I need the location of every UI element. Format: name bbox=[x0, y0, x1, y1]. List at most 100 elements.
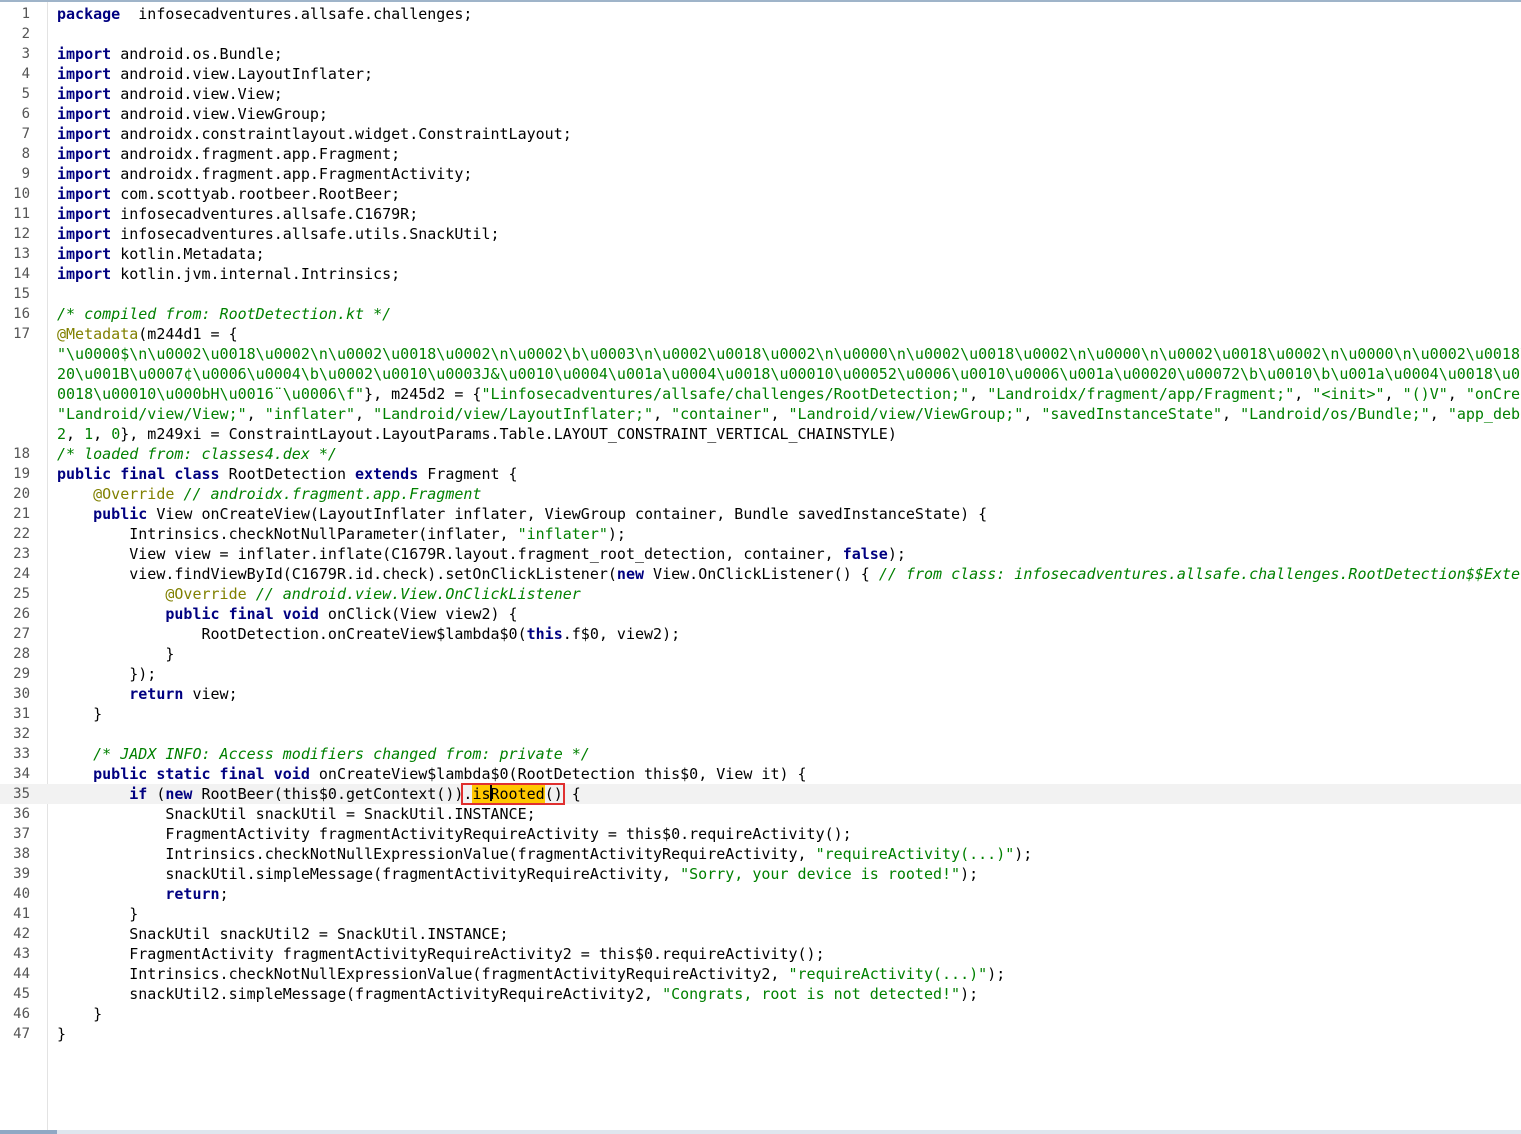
code-line[interactable]: 25 @Override // android.view.View.OnClic… bbox=[0, 584, 1521, 604]
code-line[interactable]: 3 import android.os.Bundle; bbox=[0, 44, 1521, 64]
code-line[interactable]: 22 Intrinsics.checkNotNullParameter(infl… bbox=[0, 524, 1521, 544]
code-line[interactable]: 26 public final void onClick(View view2)… bbox=[0, 604, 1521, 624]
line-number: 35 bbox=[13, 786, 30, 802]
code-token: androidx.constraintlayout.widget.Constra… bbox=[111, 125, 572, 143]
comment-token: /* loaded from: classes4.dex */ bbox=[57, 445, 337, 463]
code-line[interactable]: 45 snackUtil2.simpleMessage(fragmentActi… bbox=[0, 984, 1521, 1004]
line-number: 8 bbox=[21, 146, 30, 162]
code-line[interactable]: 2 bbox=[0, 24, 1521, 44]
code-line[interactable]: 32 bbox=[0, 724, 1521, 744]
line-number: 36 bbox=[13, 806, 30, 822]
code-line[interactable]: 1 package infosecadventures.allsafe.chall… bbox=[0, 4, 1521, 24]
code-line[interactable]: 20\u001B\u0007¢\u0006\u0004\b\u0002\u001… bbox=[0, 364, 1521, 384]
code-line[interactable]: 13 import kotlin.Metadata; bbox=[0, 244, 1521, 264]
horizontal-scrollbar[interactable] bbox=[0, 1130, 1521, 1134]
code-token: FragmentActivity fragmentActivityRequire… bbox=[57, 825, 852, 843]
code-line[interactable]: 28 } bbox=[0, 644, 1521, 664]
line-number: 2 bbox=[21, 26, 30, 42]
code-editor[interactable]: 1 package infosecadventures.allsafe.chall… bbox=[0, 0, 1521, 1134]
code-line[interactable]: 37 FragmentActivity fragmentActivityRequ… bbox=[0, 824, 1521, 844]
code-line[interactable]: 15 bbox=[0, 284, 1521, 304]
code-line[interactable]: "\u0000$\n\u0002\u0018\u0002\n\u0002\u00… bbox=[0, 344, 1521, 364]
code-token: , bbox=[1447, 385, 1466, 403]
code-line[interactable]: 36 SnackUtil snackUtil = SnackUtil.INSTA… bbox=[0, 804, 1521, 824]
code-line[interactable]: 21 public View onCreateView(LayoutInflat… bbox=[0, 504, 1521, 524]
code-text: public final class RootDetection extends… bbox=[57, 464, 518, 484]
code-line[interactable]: 6 import android.view.ViewGroup; bbox=[0, 104, 1521, 124]
code-text: import androidx.fragment.app.Fragment; bbox=[57, 144, 400, 164]
line-number: 45 bbox=[13, 986, 30, 1002]
code-line[interactable]: 4 import android.view.LayoutInflater; bbox=[0, 64, 1521, 84]
code-line[interactable]: 47} bbox=[0, 1024, 1521, 1044]
code-line[interactable]: 2, 1, 0}, m249xi = ConstraintLayout.Layo… bbox=[0, 424, 1521, 444]
code-line[interactable]: 8 import androidx.fragment.app.Fragment; bbox=[0, 144, 1521, 164]
search-match-box[interactable]: .isRooted() bbox=[461, 783, 565, 805]
code-token: android.view.LayoutInflater; bbox=[111, 65, 374, 83]
code-token: View onCreateView(LayoutInflater inflate… bbox=[147, 505, 988, 523]
code-line[interactable]: 16 /* compiled from: RootDetection.kt */ bbox=[0, 304, 1521, 324]
code-line[interactable]: 19 public final class RootDetection exten… bbox=[0, 464, 1521, 484]
code-line[interactable]: 44 Intrinsics.checkNotNullExpressionValu… bbox=[0, 964, 1521, 984]
code-token: View view = inflater.inflate(C1679R.layo… bbox=[57, 545, 843, 563]
line-number: 1 bbox=[21, 6, 30, 22]
code-text: import android.view.LayoutInflater; bbox=[57, 64, 373, 84]
code-text: import kotlin.Metadata; bbox=[57, 244, 265, 264]
code-line[interactable]: 31 } bbox=[0, 704, 1521, 724]
code-line[interactable]: 12 import infosecadventures.allsafe.utils… bbox=[0, 224, 1521, 244]
code-line[interactable]: 41 } bbox=[0, 904, 1521, 924]
code-line[interactable]: 33 /* JADX INFO: Access modifiers change… bbox=[0, 744, 1521, 764]
code-line[interactable]: 24 view.findViewById(C1679R.id.check).se… bbox=[0, 564, 1521, 584]
code-line[interactable]: 23 View view = inflater.inflate(C1679R.l… bbox=[0, 544, 1521, 564]
line-number: 21 bbox=[13, 506, 30, 522]
code-token: , bbox=[969, 385, 988, 403]
code-line[interactable]: 11 import infosecadventures.allsafe.C1679… bbox=[0, 204, 1521, 224]
code-line[interactable]: 18 /* loaded from: classes4.dex */ bbox=[0, 444, 1521, 464]
keyword-token: public bbox=[93, 505, 148, 523]
line-number: 9 bbox=[21, 166, 30, 182]
keyword-token: package bbox=[57, 5, 121, 23]
code-line[interactable]: 39 snackUtil.simpleMessage(fragmentActiv… bbox=[0, 864, 1521, 884]
line-number: 19 bbox=[13, 466, 30, 482]
line-number: 13 bbox=[13, 246, 30, 262]
keyword-token: extends bbox=[355, 465, 419, 483]
line-number: 23 bbox=[13, 546, 30, 562]
code-line[interactable]: 35 if (new RootBeer(this$0.getContext())… bbox=[0, 783, 1521, 805]
comment-token: // from class: infosecadventures.allsafe… bbox=[878, 565, 1521, 583]
code-line[interactable]: 5 import android.view.View; bbox=[0, 84, 1521, 104]
keyword-token: new bbox=[165, 785, 193, 803]
scrollbar-thumb[interactable] bbox=[0, 1130, 57, 1134]
code-text: @Metadata(m244d1 = { bbox=[57, 324, 238, 344]
code-token: kotlin.jvm.internal.Intrinsics; bbox=[111, 265, 401, 283]
string-token: "\u0000$\n\u0002\u0018\u0002\n\u0002\u00… bbox=[57, 345, 1521, 363]
code-line[interactable]: 27 RootDetection.onCreateView$lambda$0(t… bbox=[0, 624, 1521, 644]
code-line[interactable]: 38 Intrinsics.checkNotNullExpressionValu… bbox=[0, 844, 1521, 864]
code-line[interactable]: 40 return; bbox=[0, 884, 1521, 904]
code-line[interactable]: 34 public static final void onCreateView… bbox=[0, 764, 1521, 784]
code-text: import infosecadventures.allsafe.utils.S… bbox=[57, 224, 500, 244]
code-line[interactable]: 7 import androidx.constraintlayout.widget… bbox=[0, 124, 1521, 144]
code-line[interactable]: 46 } bbox=[0, 1004, 1521, 1024]
line-number: 14 bbox=[13, 266, 30, 282]
code-area[interactable]: 1 package infosecadventures.allsafe.chall… bbox=[0, 4, 1521, 1128]
code-line[interactable]: 17 @Metadata(m244d1 = { bbox=[0, 324, 1521, 344]
line-number: 25 bbox=[13, 586, 30, 602]
code-line[interactable]: 30 return view; bbox=[0, 684, 1521, 704]
code-line[interactable]: "Landroid/view/View;", "inflater", "Land… bbox=[0, 404, 1521, 424]
line-number: 6 bbox=[21, 106, 30, 122]
line-number: 5 bbox=[21, 86, 30, 102]
code-line[interactable]: 14 import kotlin.jvm.internal.Intrinsics; bbox=[0, 264, 1521, 284]
code-line[interactable]: 29 }); bbox=[0, 664, 1521, 684]
code-line[interactable]: 0018\u00010\u000bH\u0016¨\u0006\f"}, m24… bbox=[0, 384, 1521, 404]
code-line[interactable]: 9 import androidx.fragment.app.FragmentAc… bbox=[0, 164, 1521, 184]
code-line[interactable]: 10 import com.scottyab.rootbeer.RootBeer; bbox=[0, 184, 1521, 204]
code-line[interactable]: 42 SnackUtil snackUtil2 = SnackUtil.INST… bbox=[0, 924, 1521, 944]
code-text: "\u0000$\n\u0002\u0018\u0002\n\u0002\u00… bbox=[57, 344, 1521, 364]
code-token: ); bbox=[987, 965, 1006, 983]
code-line[interactable]: 20 @Override // androidx.fragment.app.Fr… bbox=[0, 484, 1521, 504]
code-line[interactable]: 43 FragmentActivity fragmentActivityRequ… bbox=[0, 944, 1521, 964]
code-token: .f$0, view2); bbox=[562, 625, 681, 643]
comment-token: // android.view.View.OnClickListener bbox=[255, 585, 581, 603]
line-number: 34 bbox=[13, 766, 30, 782]
